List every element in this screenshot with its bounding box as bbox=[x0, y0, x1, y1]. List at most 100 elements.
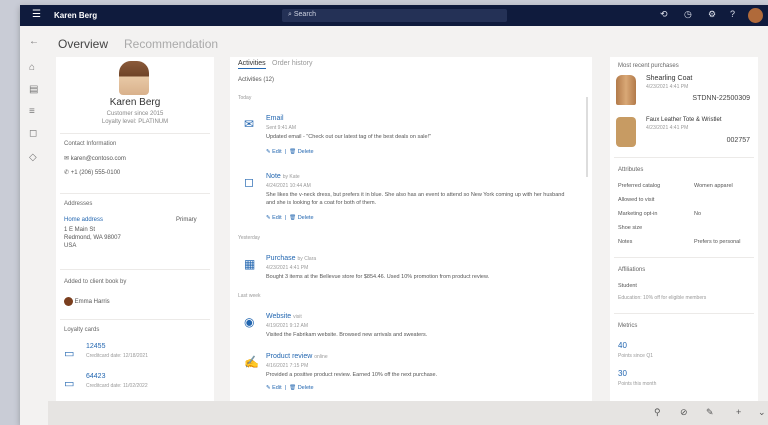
affiliation-desc: Education: 10% off for eligible members bbox=[618, 295, 707, 301]
insights-card: Most recent purchases Shearling Coat 4/2… bbox=[610, 57, 758, 401]
divider bbox=[614, 157, 754, 158]
activity-title[interactable]: Product review online bbox=[266, 353, 328, 360]
purchases-title: Most recent purchases bbox=[618, 63, 679, 69]
more-icon[interactable]: ⌄ bbox=[758, 407, 766, 418]
group-yesterday: Yesterday bbox=[238, 235, 261, 241]
home-icon[interactable]: ⌂ bbox=[29, 62, 35, 73]
divider bbox=[60, 193, 210, 194]
attribute-value: Prefers to personal bbox=[694, 239, 741, 245]
customer-since: Customer since 2015 bbox=[106, 111, 164, 117]
menu-icon[interactable]: ☰ bbox=[32, 9, 41, 20]
home-address-label[interactable]: Home address bbox=[64, 217, 103, 223]
contact-info-title: Contact Information bbox=[64, 141, 117, 147]
copilot-icon[interactable]: ⟲ bbox=[660, 9, 668, 20]
settings-icon[interactable]: ⚙ bbox=[708, 9, 716, 20]
edit-icon[interactable]: ✎ bbox=[706, 407, 714, 418]
left-rail: ← ⌂ ▤ ≡ ◻ ◇ bbox=[20, 26, 48, 401]
contacts-icon[interactable]: ▤ bbox=[29, 84, 38, 95]
divider bbox=[60, 269, 210, 270]
link-icon[interactable]: ⊘ bbox=[680, 407, 688, 418]
scrollbar[interactable] bbox=[586, 97, 588, 177]
attribute-value: Women apparel bbox=[694, 183, 733, 189]
email-icon: ✉ bbox=[244, 117, 255, 131]
metric-label: Points since Q1 bbox=[618, 353, 654, 359]
card-icon: ▭ bbox=[64, 348, 75, 360]
added-by-name: Emma Harris bbox=[74, 299, 110, 306]
tab-order-history[interactable]: Order history bbox=[272, 60, 312, 67]
email-value: karen@contoso.com bbox=[70, 156, 126, 162]
product-date: 4/23/2021 4:41 PM bbox=[646, 84, 689, 90]
order-number: 002757 bbox=[726, 137, 750, 144]
help-icon[interactable]: ? bbox=[730, 9, 735, 19]
activity-title[interactable]: Website visit bbox=[266, 313, 302, 320]
attributes-title: Attributes bbox=[618, 167, 644, 173]
metric-value: 30 bbox=[618, 369, 627, 378]
activity-desc: Bought 3 items at the Bellevue store for… bbox=[266, 274, 490, 280]
website-icon: ◉ bbox=[244, 315, 255, 329]
edit-button[interactable]: ✎ Edit bbox=[266, 149, 282, 155]
search-input[interactable]: ⌕ Search bbox=[282, 9, 507, 22]
addresses-title: Addresses bbox=[64, 201, 93, 207]
loyalty-card-2-number[interactable]: 64423 bbox=[86, 373, 105, 380]
assign-icon[interactable]: ⚲ bbox=[654, 407, 661, 418]
add-icon[interactable]: + bbox=[736, 407, 741, 417]
user-avatar[interactable] bbox=[748, 8, 763, 23]
clock-icon[interactable]: ◷ bbox=[684, 9, 692, 20]
delete-button[interactable]: 🗑 Delete bbox=[289, 149, 313, 155]
loyalty-cards-title: Loyalty cards bbox=[64, 327, 100, 333]
top-bar: ☰ Karen Berg ⌕ Search ⟲ ◷ ⚙ ? bbox=[20, 5, 768, 26]
divider bbox=[614, 257, 754, 258]
activity-title[interactable]: Purchase by Clara bbox=[266, 255, 316, 262]
attribute-value: No bbox=[694, 211, 702, 217]
bag-icon[interactable]: ◻ bbox=[29, 128, 37, 139]
timeline-card: Activities Order history Activities (12)… bbox=[230, 57, 592, 401]
list-icon[interactable]: ≡ bbox=[29, 106, 35, 117]
attribute-key: Allowed to visit bbox=[618, 197, 655, 203]
review-icon: ✍ bbox=[244, 355, 259, 369]
command-bar: ⚲ ⊘ ✎ + ⌄ bbox=[48, 401, 768, 425]
attribute-key: Preferred catalog bbox=[618, 183, 661, 189]
product-date: 4/23/2021 4:41 PM bbox=[646, 125, 689, 131]
tab-overview[interactable]: Overview bbox=[58, 37, 108, 51]
phone-value: +1 (206) 555-0100 bbox=[70, 170, 121, 176]
search-placeholder: Search bbox=[293, 11, 317, 18]
activity-actions: ✎ Edit | 🗑 Delete bbox=[266, 215, 314, 221]
activity-title[interactable]: Note by Kate bbox=[266, 173, 300, 180]
metrics-title: Metrics bbox=[618, 323, 638, 329]
contact-card: Karen Berg Customer since 2015 Loyalty l… bbox=[56, 57, 214, 401]
group-today: Today bbox=[238, 95, 252, 101]
activities-title: Activities (12) bbox=[238, 77, 275, 83]
product-name[interactable]: Shearling Coat bbox=[646, 75, 692, 82]
address-line-2: Redmond, WA 98007 bbox=[64, 235, 121, 241]
edit-button[interactable]: ✎ Edit bbox=[266, 215, 282, 221]
tab-recommendation[interactable]: Recommendation bbox=[124, 37, 218, 51]
address-tag: Primary bbox=[176, 217, 197, 223]
staff-avatar bbox=[64, 297, 73, 306]
activity-meta: 4/24/2021 10:44 AM bbox=[266, 183, 311, 189]
product-name[interactable]: Faux Leather Tote & Wristlet bbox=[646, 117, 721, 123]
activity-desc: She likes the v-neck dress, but prefers … bbox=[266, 192, 565, 206]
purchase-icon: ▦ bbox=[244, 257, 256, 271]
note-icon: ◻ bbox=[244, 175, 254, 189]
email-row[interactable]: ✉ karen@contoso.com bbox=[64, 155, 126, 162]
phone-row[interactable]: ✆ +1 (206) 555-0100 bbox=[64, 169, 120, 176]
delete-button[interactable]: 🗑 Delete bbox=[289, 385, 313, 391]
loyalty-card-1-number[interactable]: 12455 bbox=[86, 343, 105, 350]
activity-desc: Updated email - "Check out our latest ta… bbox=[266, 134, 432, 140]
tag-icon[interactable]: ◇ bbox=[29, 152, 37, 163]
metric-value: 40 bbox=[618, 341, 627, 350]
activity-meta: 4/16/2021 7:15 PM bbox=[266, 363, 309, 369]
edit-button[interactable]: ✎ Edit bbox=[266, 385, 282, 391]
back-icon[interactable]: ← bbox=[29, 36, 39, 47]
added-by-person[interactable]: Emma Harris bbox=[64, 297, 110, 306]
contact-name: Karen Berg bbox=[109, 97, 161, 108]
affiliation-name: Student bbox=[618, 283, 637, 289]
activity-title[interactable]: Email bbox=[266, 115, 284, 122]
contact-photo bbox=[119, 61, 149, 95]
address-line-1: 1 E Main St bbox=[64, 227, 96, 233]
activity-actions: ✎ Edit | 🗑 Delete bbox=[266, 385, 314, 391]
attribute-key: Marketing opt-in bbox=[618, 211, 658, 217]
tab-activities[interactable]: Activities bbox=[238, 60, 266, 69]
loyalty-card-2-date: Creditcard date: 11/02/2022 bbox=[86, 383, 148, 389]
delete-button[interactable]: 🗑 Delete bbox=[289, 215, 313, 221]
